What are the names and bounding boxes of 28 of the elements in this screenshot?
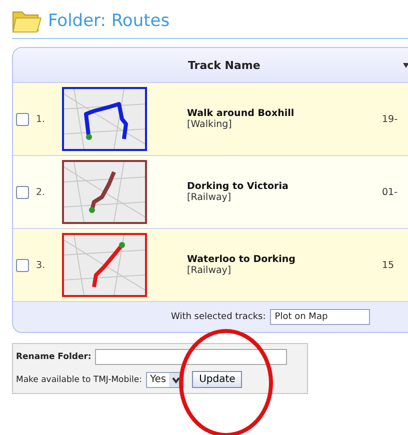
bulk-action-label: With selected tracks: [171, 312, 266, 322]
route-map-thumbnail[interactable] [62, 160, 147, 224]
track-name[interactable]: Dorking to Victoria [187, 181, 382, 192]
track-category: [Walking] [187, 119, 233, 130]
track-name[interactable]: Walk around Boxhill [187, 108, 382, 119]
table-cell: 19- [382, 114, 398, 124]
mobile-label: Make available to TMJ-Mobile: [16, 374, 142, 384]
sort-arrow-icon[interactable] [403, 63, 408, 68]
track-checkbox[interactable] [16, 186, 29, 198]
track-category: [Railway] [187, 265, 232, 276]
update-button[interactable]: Update [192, 371, 242, 388]
bulk-action-select[interactable]: Plot on Map [270, 309, 370, 325]
route-map-thumbnail[interactable] [62, 233, 147, 297]
rename-input[interactable] [95, 349, 288, 365]
track-checkbox[interactable] [16, 258, 29, 272]
track-name[interactable]: Waterloo to Dorking [187, 254, 382, 265]
mobile-select[interactable]: Yes [146, 372, 184, 388]
table-cell: 15 [382, 260, 394, 270]
row-number: 2. [36, 186, 46, 198]
row-number: 3. [36, 260, 46, 270]
track-checkbox[interactable] [16, 112, 29, 126]
table-cell: 01- [382, 186, 398, 198]
rename-label: Rename Folder: [16, 352, 92, 362]
track-category: [Railway] [187, 192, 232, 203]
route-map-thumbnail[interactable] [62, 87, 147, 151]
folder-title: Folder: Routes [48, 11, 170, 31]
row-number: 1. [36, 114, 46, 124]
column-header[interactable]: Track Name [188, 58, 260, 72]
